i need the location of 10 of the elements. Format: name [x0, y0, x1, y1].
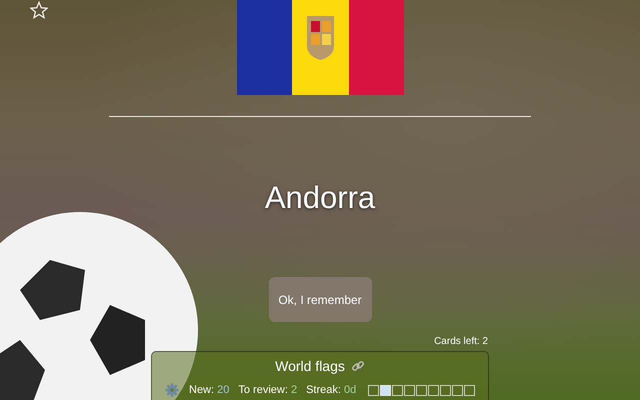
star-icon[interactable]: [30, 1, 48, 19]
stat-text: New: 20: [189, 384, 230, 396]
deck-title: World flags: [275, 358, 345, 374]
stat-text: To review: 2: [238, 384, 298, 396]
stat-text: Streak: 0d: [306, 384, 356, 396]
settings-icon[interactable]: [165, 383, 179, 397]
card-answer: Andorra: [264, 180, 376, 216]
remember-button[interactable]: Ok, I remember: [268, 277, 372, 322]
cards-left: Cards left: 2: [434, 336, 488, 347]
link-icon[interactable]: [350, 359, 365, 373]
